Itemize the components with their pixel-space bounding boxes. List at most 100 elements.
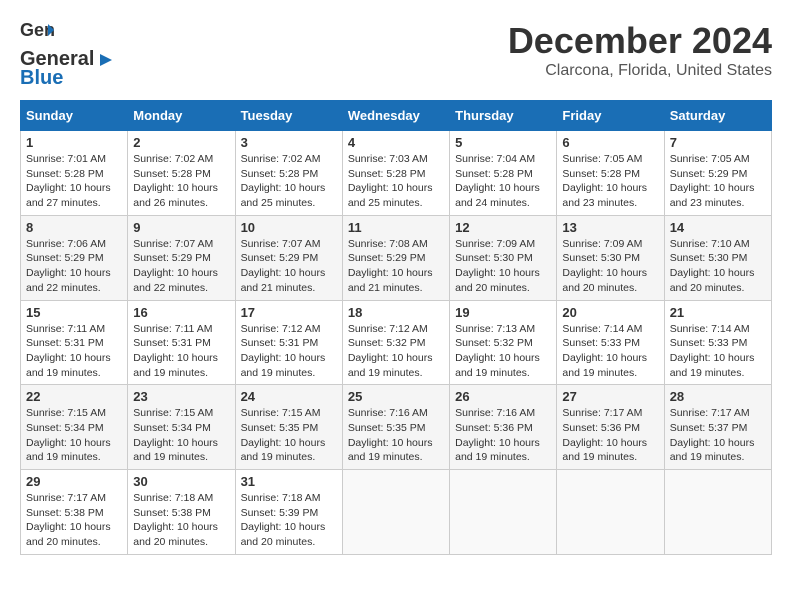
calendar-day-16: 16 Sunrise: 7:11 AM Sunset: 5:31 PM Dayli… (128, 300, 235, 385)
calendar-empty-cell (342, 470, 449, 555)
day-number: 15 (26, 305, 122, 320)
calendar-day-22: 22 Sunrise: 7:15 AM Sunset: 5:34 PM Dayli… (21, 385, 128, 470)
day-info: Sunrise: 7:09 AM Sunset: 5:30 PM Dayligh… (455, 237, 551, 296)
day-info: Sunrise: 7:06 AM Sunset: 5:29 PM Dayligh… (26, 237, 122, 296)
day-info: Sunrise: 7:18 AM Sunset: 5:39 PM Dayligh… (241, 491, 337, 550)
day-number: 5 (455, 135, 551, 150)
day-number: 26 (455, 389, 551, 404)
day-number: 11 (348, 220, 444, 235)
logo: General General Blue (20, 20, 116, 90)
day-info: Sunrise: 7:15 AM Sunset: 5:35 PM Dayligh… (241, 406, 337, 465)
calendar-day-24: 24 Sunrise: 7:15 AM Sunset: 5:35 PM Dayli… (235, 385, 342, 470)
day-number: 13 (562, 220, 658, 235)
day-info: Sunrise: 7:18 AM Sunset: 5:38 PM Dayligh… (133, 491, 229, 550)
calendar-day-6: 6Sunrise: 7:05 AM Sunset: 5:28 PM Daylig… (557, 131, 664, 216)
calendar-day-1: 1Sunrise: 7:01 AM Sunset: 5:28 PM Daylig… (21, 131, 128, 216)
day-info: Sunrise: 7:02 AM Sunset: 5:28 PM Dayligh… (133, 152, 229, 211)
day-number: 28 (670, 389, 766, 404)
day-number: 20 (562, 305, 658, 320)
day-info: Sunrise: 7:04 AM Sunset: 5:28 PM Dayligh… (455, 152, 551, 211)
calendar-week-2: 8 Sunrise: 7:06 AM Sunset: 5:29 PM Daylig… (21, 215, 772, 300)
day-number: 9 (133, 220, 229, 235)
day-info: Sunrise: 7:08 AM Sunset: 5:29 PM Dayligh… (348, 237, 444, 296)
calendar-day-21: 21Sunrise: 7:14 AM Sunset: 5:33 PM Dayli… (664, 300, 771, 385)
day-info: Sunrise: 7:07 AM Sunset: 5:29 PM Dayligh… (241, 237, 337, 296)
calendar-day-13: 13 Sunrise: 7:09 AM Sunset: 5:30 PM Dayli… (557, 215, 664, 300)
calendar-day-26: 26 Sunrise: 7:16 AM Sunset: 5:36 PM Dayli… (450, 385, 557, 470)
day-number: 4 (348, 135, 444, 150)
day-info: Sunrise: 7:16 AM Sunset: 5:35 PM Dayligh… (348, 406, 444, 465)
calendar-day-19: 19 Sunrise: 7:13 AM Sunset: 5:32 PM Dayli… (450, 300, 557, 385)
header-tuesday: Tuesday (235, 101, 342, 131)
calendar-title: December 2024 (508, 20, 772, 62)
calendar-week-4: 22 Sunrise: 7:15 AM Sunset: 5:34 PM Dayli… (21, 385, 772, 470)
day-number: 19 (455, 305, 551, 320)
calendar-day-29: 29 Sunrise: 7:17 AM Sunset: 5:38 PM Dayli… (21, 470, 128, 555)
calendar-empty-cell (664, 470, 771, 555)
header-friday: Friday (557, 101, 664, 131)
day-info: Sunrise: 7:12 AM Sunset: 5:31 PM Dayligh… (241, 322, 337, 381)
calendar-week-1: 1Sunrise: 7:01 AM Sunset: 5:28 PM Daylig… (21, 131, 772, 216)
day-number: 18 (348, 305, 444, 320)
day-info: Sunrise: 7:14 AM Sunset: 5:33 PM Dayligh… (562, 322, 658, 381)
day-info: Sunrise: 7:11 AM Sunset: 5:31 PM Dayligh… (133, 322, 229, 381)
day-number: 24 (241, 389, 337, 404)
day-info: Sunrise: 7:17 AM Sunset: 5:36 PM Dayligh… (562, 406, 658, 465)
calendar-header-row: SundayMondayTuesdayWednesdayThursdayFrid… (21, 101, 772, 131)
header: General General Blue December 2024 Clarc… (20, 20, 772, 90)
calendar-day-17: 17Sunrise: 7:12 AM Sunset: 5:31 PM Dayli… (235, 300, 342, 385)
day-info: Sunrise: 7:17 AM Sunset: 5:38 PM Dayligh… (26, 491, 122, 550)
day-info: Sunrise: 7:15 AM Sunset: 5:34 PM Dayligh… (26, 406, 122, 465)
day-number: 21 (670, 305, 766, 320)
day-info: Sunrise: 7:03 AM Sunset: 5:28 PM Dayligh… (348, 152, 444, 211)
calendar-day-27: 27 Sunrise: 7:17 AM Sunset: 5:36 PM Dayli… (557, 385, 664, 470)
header-saturday: Saturday (664, 101, 771, 131)
day-number: 8 (26, 220, 122, 235)
title-area: December 2024 Clarcona, Florida, United … (508, 20, 772, 80)
logo-arrow-icon (96, 50, 116, 70)
calendar-day-8: 8 Sunrise: 7:06 AM Sunset: 5:29 PM Daylig… (21, 215, 128, 300)
header-monday: Monday (128, 101, 235, 131)
day-number: 3 (241, 135, 337, 150)
day-number: 31 (241, 474, 337, 489)
calendar-day-18: 18 Sunrise: 7:12 AM Sunset: 5:32 PM Dayli… (342, 300, 449, 385)
calendar-day-12: 12 Sunrise: 7:09 AM Sunset: 5:30 PM Dayli… (450, 215, 557, 300)
calendar-day-11: 11 Sunrise: 7:08 AM Sunset: 5:29 PM Dayli… (342, 215, 449, 300)
day-info: Sunrise: 7:12 AM Sunset: 5:32 PM Dayligh… (348, 322, 444, 381)
day-info: Sunrise: 7:07 AM Sunset: 5:29 PM Dayligh… (133, 237, 229, 296)
day-number: 10 (241, 220, 337, 235)
day-number: 29 (26, 474, 122, 489)
header-sunday: Sunday (21, 101, 128, 131)
day-info: Sunrise: 7:17 AM Sunset: 5:37 PM Dayligh… (670, 406, 766, 465)
calendar-day-31: 31 Sunrise: 7:18 AM Sunset: 5:39 PM Dayli… (235, 470, 342, 555)
calendar-week-5: 29 Sunrise: 7:17 AM Sunset: 5:38 PM Dayli… (21, 470, 772, 555)
day-info: Sunrise: 7:09 AM Sunset: 5:30 PM Dayligh… (562, 237, 658, 296)
calendar-table: SundayMondayTuesdayWednesdayThursdayFrid… (20, 100, 772, 555)
day-info: Sunrise: 7:02 AM Sunset: 5:28 PM Dayligh… (241, 152, 337, 211)
calendar-day-3: 3 Sunrise: 7:02 AM Sunset: 5:28 PM Daylig… (235, 131, 342, 216)
calendar-day-15: 15 Sunrise: 7:11 AM Sunset: 5:31 PM Dayli… (21, 300, 128, 385)
day-number: 27 (562, 389, 658, 404)
day-info: Sunrise: 7:05 AM Sunset: 5:28 PM Dayligh… (562, 152, 658, 211)
day-number: 2 (133, 135, 229, 150)
calendar-day-7: 7 Sunrise: 7:05 AM Sunset: 5:29 PM Daylig… (664, 131, 771, 216)
calendar-day-25: 25Sunrise: 7:16 AM Sunset: 5:35 PM Dayli… (342, 385, 449, 470)
calendar-day-28: 28 Sunrise: 7:17 AM Sunset: 5:37 PM Dayli… (664, 385, 771, 470)
day-info: Sunrise: 7:05 AM Sunset: 5:29 PM Dayligh… (670, 152, 766, 211)
day-number: 7 (670, 135, 766, 150)
calendar-empty-cell (557, 470, 664, 555)
day-number: 12 (455, 220, 551, 235)
day-number: 22 (26, 389, 122, 404)
logo-icon: General (20, 20, 54, 48)
calendar-day-9: 9 Sunrise: 7:07 AM Sunset: 5:29 PM Daylig… (128, 215, 235, 300)
day-info: Sunrise: 7:01 AM Sunset: 5:28 PM Dayligh… (26, 152, 122, 211)
day-info: Sunrise: 7:16 AM Sunset: 5:36 PM Dayligh… (455, 406, 551, 465)
day-number: 16 (133, 305, 229, 320)
day-info: Sunrise: 7:11 AM Sunset: 5:31 PM Dayligh… (26, 322, 122, 381)
day-info: Sunrise: 7:13 AM Sunset: 5:32 PM Dayligh… (455, 322, 551, 381)
logo-blue: Blue (20, 67, 63, 90)
day-info: Sunrise: 7:10 AM Sunset: 5:30 PM Dayligh… (670, 237, 766, 296)
day-info: Sunrise: 7:15 AM Sunset: 5:34 PM Dayligh… (133, 406, 229, 465)
calendar-subtitle: Clarcona, Florida, United States (508, 62, 772, 80)
calendar-day-10: 10 Sunrise: 7:07 AM Sunset: 5:29 PM Dayli… (235, 215, 342, 300)
